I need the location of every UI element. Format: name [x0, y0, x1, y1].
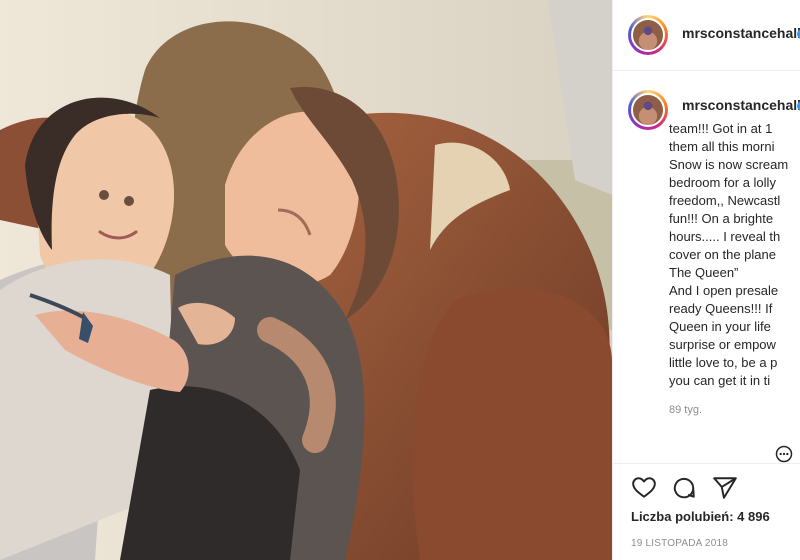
caption-line: Snow is now scream [669, 157, 789, 172]
caption-line: you can get it in ti [669, 373, 771, 388]
caption-line: little love to, be a p [669, 355, 778, 370]
profile-avatar[interactable] [628, 15, 668, 55]
caption-line: hours..... I reveal th [669, 229, 781, 244]
header-username-link[interactable]: mrsconstancehall [682, 25, 800, 41]
family-photo-illustration [0, 0, 612, 560]
caption-line: surprise or empow [669, 337, 776, 352]
send-icon[interactable] [712, 475, 738, 501]
caption-username-link[interactable]: mrsconstancehall [682, 97, 800, 113]
more-icon[interactable] [773, 444, 795, 464]
caption-line: bedroom for a lolly [669, 175, 776, 190]
post-header: mrsconstancehall [613, 0, 800, 71]
caption-line: Queen in your life [669, 319, 771, 334]
likes-count[interactable]: Liczba polubień: 4 896 [631, 509, 770, 524]
comment-icon[interactable] [671, 475, 697, 501]
caption-line: fun!!! On a brighte [669, 211, 774, 226]
instagram-post-view: mrsconstancehall mrsconstancehall team!!… [0, 0, 800, 560]
caption-line: The Queen” [669, 265, 739, 280]
caption-line: them all this morni [669, 139, 775, 154]
caption-line: cover on the plane [669, 247, 776, 262]
caption-line: And I open presale [669, 283, 779, 298]
caption-line: freedom,, Newcastl [669, 193, 781, 208]
post-date: 19 LISTOPADA 2018 [631, 538, 728, 549]
post-caption: team!!! Got in at 1 them all this morni … [669, 120, 800, 390]
caption-avatar[interactable] [628, 90, 668, 130]
post-time-ago[interactable]: 89 tyg. [669, 404, 702, 416]
heart-icon[interactable] [631, 475, 657, 501]
post-side-panel: mrsconstancehall mrsconstancehall team!!… [612, 0, 800, 560]
post-photo[interactable] [0, 0, 612, 560]
caption-line: ready Queens!!! If [669, 301, 773, 316]
caption-line: team!!! Got in at 1 [669, 121, 773, 136]
